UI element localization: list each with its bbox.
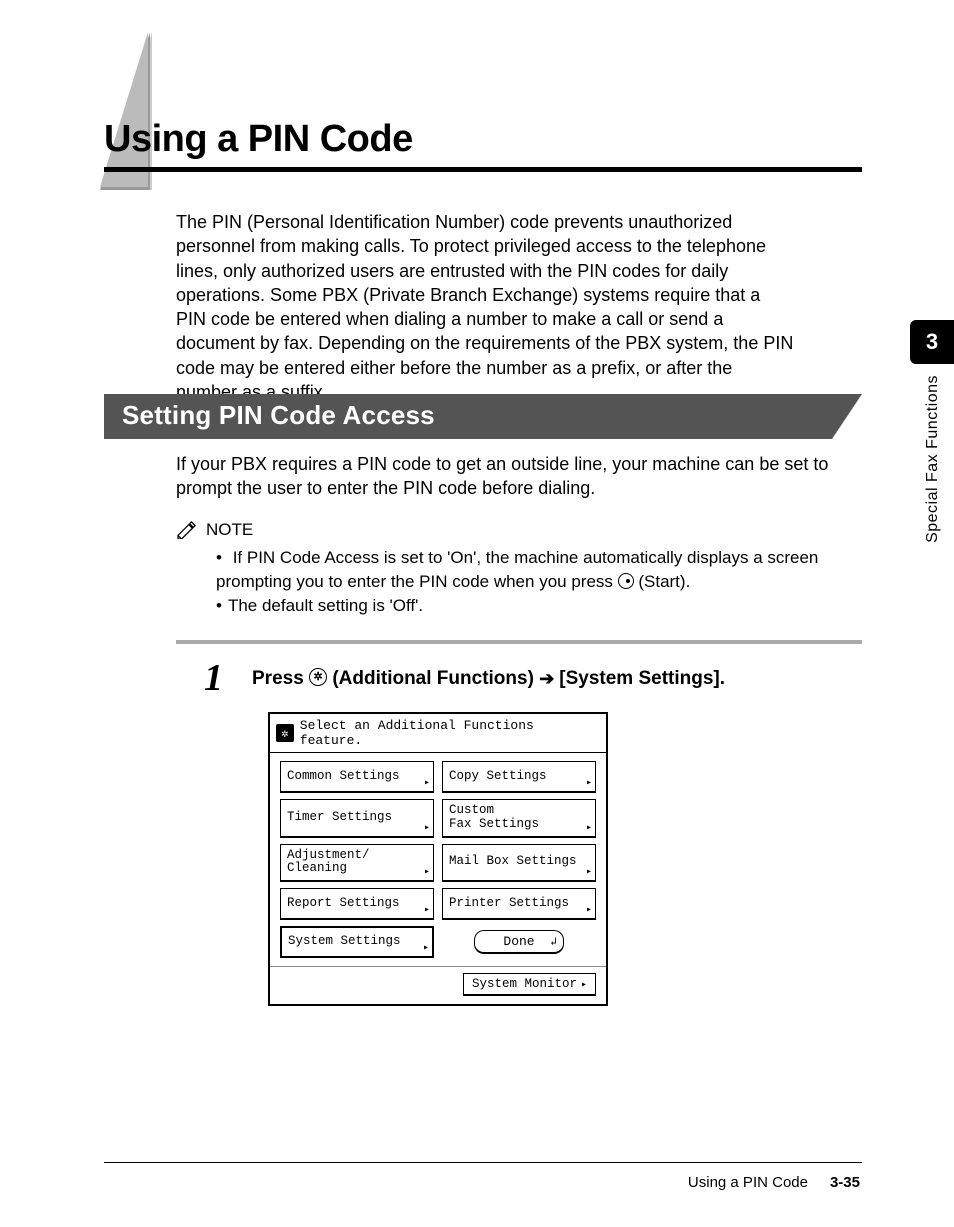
chevron-right-icon: ▸ <box>424 905 430 916</box>
note-block: NOTE If PIN Code Access is set to 'On', … <box>176 520 862 617</box>
note-item-1: If PIN Code Access is set to 'On', the m… <box>216 546 862 594</box>
chevron-right-icon: ▸ <box>424 823 430 834</box>
step-prefix: Press <box>252 668 309 689</box>
printer-settings-button[interactable]: Printer Settings▸ <box>442 888 596 920</box>
note-label: NOTE <box>206 520 253 540</box>
chevron-right-icon: ▸ <box>424 778 430 789</box>
page-footer: Using a PIN Code 3-35 <box>688 1174 860 1191</box>
step-number: 1 <box>204 656 223 700</box>
note-item-1-suffix: (Start). <box>634 572 691 591</box>
page-header: Using a PIN Code The PIN (Personal Ident… <box>104 60 864 404</box>
page-number: 3-35 <box>830 1174 860 1191</box>
note-item-1-prefix: If PIN Code Access is set to 'On', the m… <box>216 548 818 591</box>
additional-functions-icon: ✲ <box>309 668 327 686</box>
section-header-wrap: Setting PIN Code Access <box>104 394 862 439</box>
timer-settings-button[interactable]: Timer Settings▸ <box>280 799 434 838</box>
report-settings-button[interactable]: Report Settings▸ <box>280 888 434 920</box>
step-1: 1 Press ✲ (Additional Functions) ➔ [Syst… <box>210 660 860 690</box>
note-header: NOTE <box>176 520 862 540</box>
screen-header-text: Select an Additional Functions feature. <box>300 718 600 748</box>
chevron-right-icon: ▸ <box>586 867 592 878</box>
section-heading: Setting PIN Code Access <box>104 394 862 439</box>
return-icon: ↲ <box>550 935 557 949</box>
footer-line <box>104 1162 862 1164</box>
chapter-tab: 3 <box>910 320 954 364</box>
section-paragraph: If your PBX requires a PIN code to get a… <box>176 452 862 501</box>
chevron-right-icon: ▸ <box>424 867 430 878</box>
arrow-icon: ➔ <box>539 668 559 688</box>
start-icon <box>618 573 634 589</box>
common-settings-button[interactable]: Common Settings▸ <box>280 761 434 793</box>
page-title: Using a PIN Code <box>104 118 864 161</box>
mail-box-settings-button[interactable]: Mail Box Settings▸ <box>442 844 596 883</box>
adjustment-cleaning-button[interactable]: Adjustment/ Cleaning▸ <box>280 844 434 883</box>
step-target: [System Settings]. <box>559 668 725 689</box>
chevron-right-icon: ▸ <box>423 943 429 954</box>
pencil-icon <box>176 521 198 539</box>
screen-header-icon: ✲ <box>276 724 294 742</box>
intro-paragraph: The PIN (Personal Identification Number)… <box>104 210 794 404</box>
note-list: If PIN Code Access is set to 'On', the m… <box>176 546 862 617</box>
chevron-right-icon: ▸ <box>586 778 592 789</box>
device-screenshot: ✲ Select an Additional Functions feature… <box>268 712 608 1006</box>
system-settings-button[interactable]: System Settings▸ <box>280 926 434 958</box>
copy-settings-button[interactable]: Copy Settings▸ <box>442 761 596 793</box>
chevron-right-icon: ▸ <box>581 980 587 991</box>
system-monitor-button[interactable]: System Monitor▸ <box>463 973 596 996</box>
step-text: Press ✲ (Additional Functions) ➔ [System… <box>210 660 860 690</box>
title-underline <box>104 167 862 172</box>
custom-fax-settings-button[interactable]: Custom Fax Settings▸ <box>442 799 596 838</box>
screen-header: ✲ Select an Additional Functions feature… <box>270 714 606 753</box>
chevron-right-icon: ▸ <box>586 823 592 834</box>
done-button[interactable]: Done↲ <box>474 930 564 954</box>
chevron-right-icon: ▸ <box>586 905 592 916</box>
footer-title: Using a PIN Code <box>688 1174 808 1191</box>
step-mid: (Additional Functions) <box>327 668 539 689</box>
step-divider <box>176 640 862 644</box>
chapter-label: Special Fax Functions <box>924 375 942 543</box>
note-item-2: The default setting is 'Off'. <box>216 594 862 618</box>
